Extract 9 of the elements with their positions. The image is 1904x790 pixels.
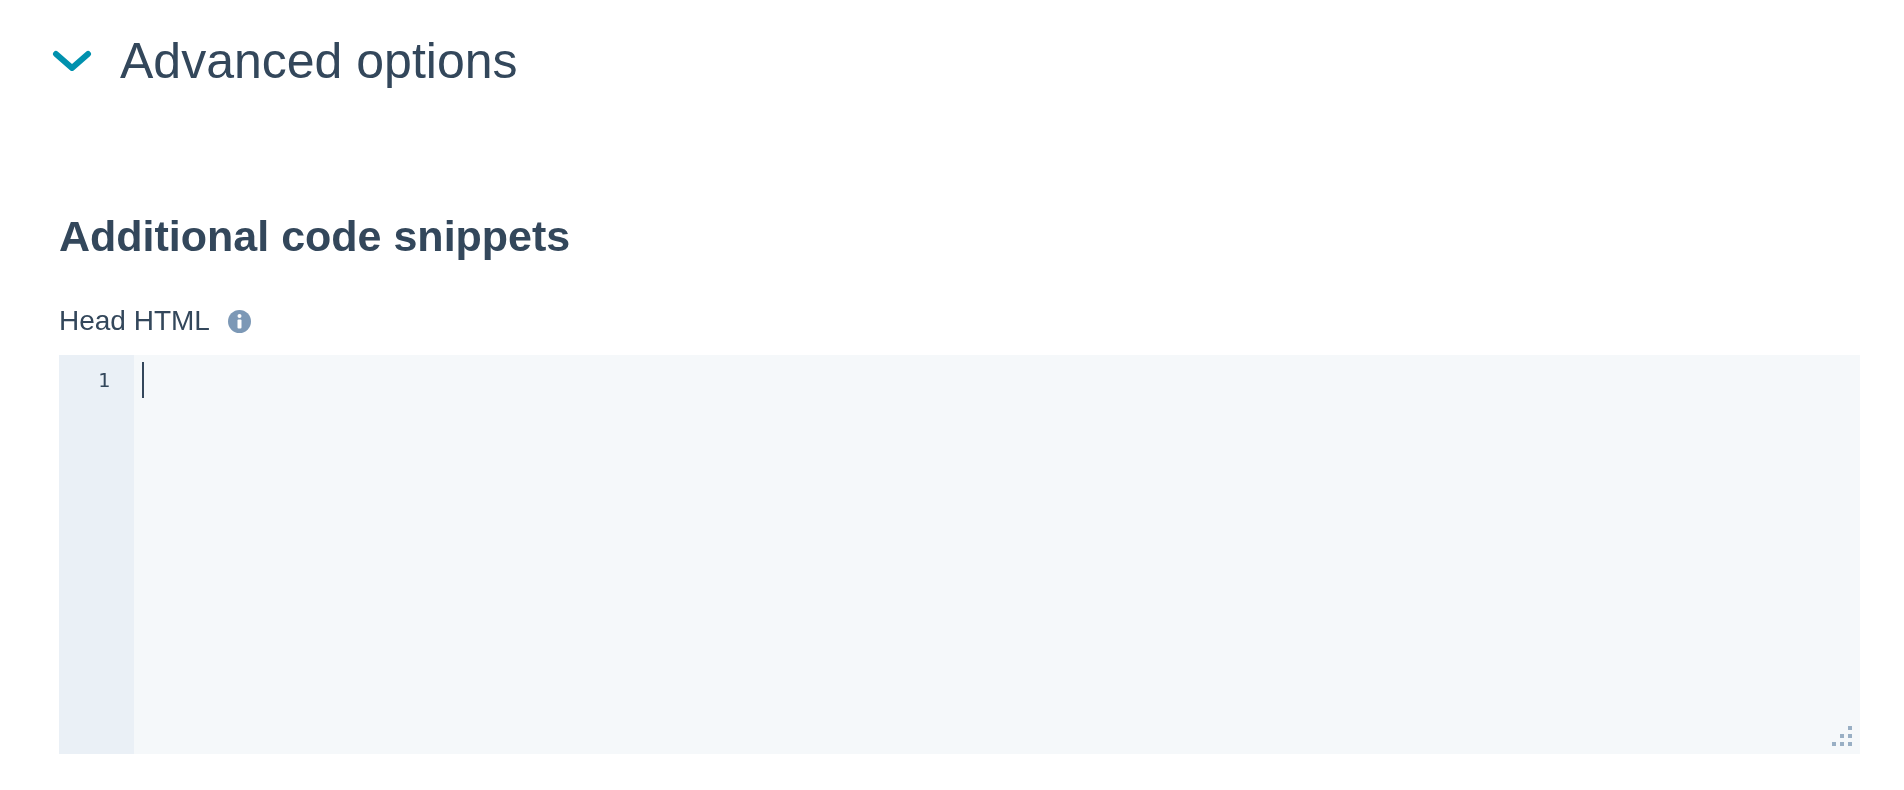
code-input-field[interactable]	[134, 355, 1860, 754]
section-heading: Additional code snippets	[59, 215, 571, 258]
resize-handle-icon[interactable]	[1832, 726, 1852, 746]
field-label: Head HTML	[59, 307, 210, 335]
accordion-header[interactable]: Advanced options	[52, 36, 518, 86]
text-cursor	[142, 362, 144, 398]
line-number: 1	[97, 367, 111, 394]
info-icon[interactable]	[227, 309, 251, 333]
chevron-icon	[52, 50, 92, 72]
